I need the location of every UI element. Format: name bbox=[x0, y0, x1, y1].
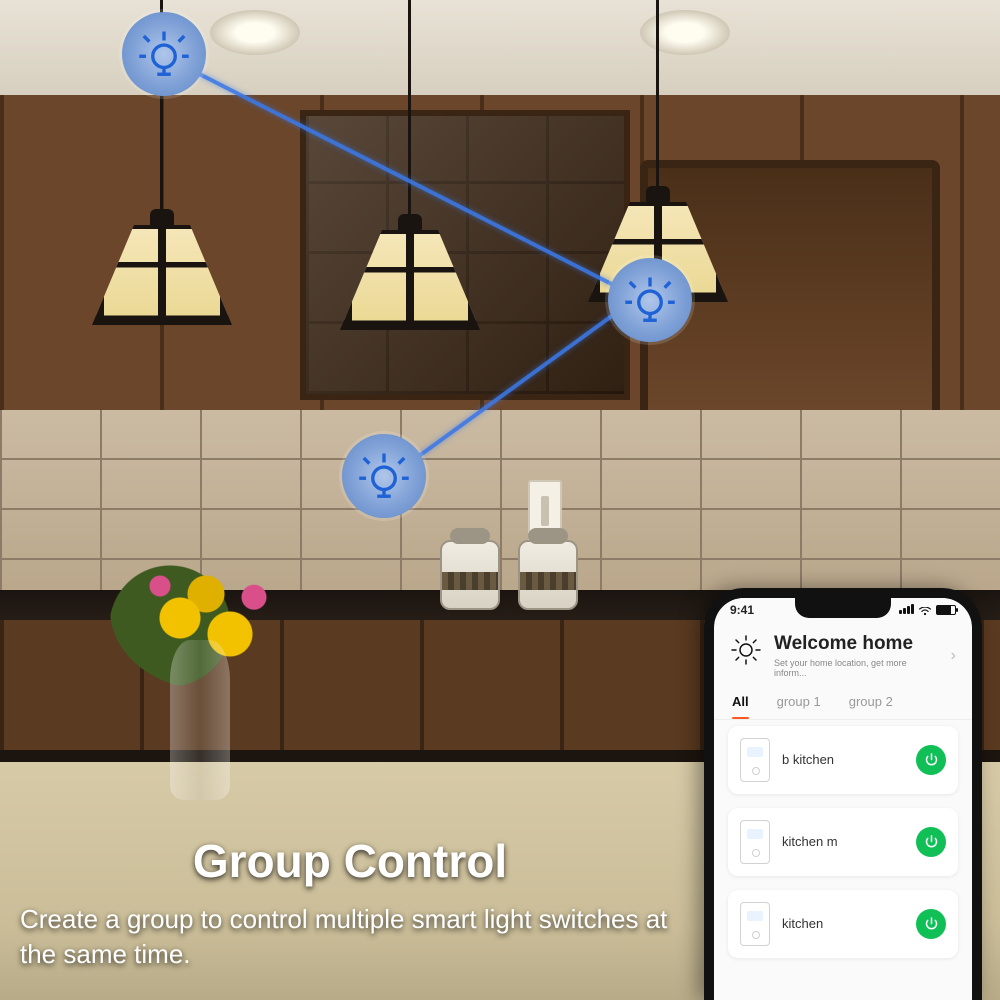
welcome-title: Welcome home bbox=[774, 634, 939, 655]
promo-subtitle: Create a group to control multiple smart… bbox=[20, 902, 680, 972]
canister-icon bbox=[518, 540, 578, 610]
status-icons bbox=[898, 603, 956, 617]
tab-all[interactable]: All bbox=[732, 694, 749, 709]
device-card[interactable]: b kitchen bbox=[728, 726, 958, 794]
device-name: kitchen bbox=[782, 916, 904, 931]
welcome-banner[interactable]: Welcome home Set your home location, get… bbox=[714, 622, 972, 688]
chevron-right-icon: › bbox=[951, 647, 956, 665]
light-node-icon bbox=[122, 12, 206, 96]
group-tabs: All group 1 group 2 bbox=[714, 688, 972, 720]
phone-notch bbox=[795, 598, 891, 618]
power-toggle[interactable] bbox=[916, 827, 946, 857]
lamp-cord bbox=[656, 0, 659, 202]
light-node-icon bbox=[342, 434, 426, 518]
power-toggle[interactable] bbox=[916, 909, 946, 939]
promo-caption: Group Control Create a group to control … bbox=[20, 834, 680, 972]
promo-title: Group Control bbox=[20, 834, 680, 888]
switch-thumbnail-icon bbox=[740, 738, 770, 782]
tab-group-1[interactable]: group 1 bbox=[777, 694, 821, 709]
status-bar: 9:41 bbox=[714, 598, 972, 622]
phone-screen: 9:41 Welcome home Set your home location… bbox=[714, 598, 972, 1000]
device-name: b kitchen bbox=[782, 752, 904, 767]
power-toggle[interactable] bbox=[916, 745, 946, 775]
weather-sun-icon bbox=[730, 634, 762, 666]
recessed-light-icon bbox=[640, 10, 730, 55]
device-card[interactable]: kitchen m bbox=[728, 808, 958, 876]
cellular-icon bbox=[898, 603, 914, 617]
pendant-lamp-icon bbox=[340, 230, 480, 330]
device-list: b kitchen kitchen m kitchen bbox=[714, 720, 972, 1000]
switch-thumbnail-icon bbox=[740, 820, 770, 864]
status-time: 9:41 bbox=[730, 603, 754, 617]
switch-thumbnail-icon bbox=[740, 902, 770, 946]
welcome-subtitle: Set your home location, get more inform.… bbox=[774, 658, 939, 678]
device-name: kitchen m bbox=[782, 834, 904, 849]
phone-mockup: 9:41 Welcome home Set your home location… bbox=[704, 588, 982, 1000]
wifi-icon bbox=[918, 605, 932, 615]
tab-group-2[interactable]: group 2 bbox=[849, 694, 893, 709]
pendant-lamp-icon bbox=[92, 225, 232, 325]
light-node-icon bbox=[608, 258, 692, 342]
lamp-cord bbox=[408, 0, 411, 230]
canister-icon bbox=[440, 540, 500, 610]
vase bbox=[170, 640, 230, 800]
device-card[interactable]: kitchen bbox=[728, 890, 958, 958]
battery-icon bbox=[936, 605, 956, 615]
recessed-light-icon bbox=[210, 10, 300, 55]
